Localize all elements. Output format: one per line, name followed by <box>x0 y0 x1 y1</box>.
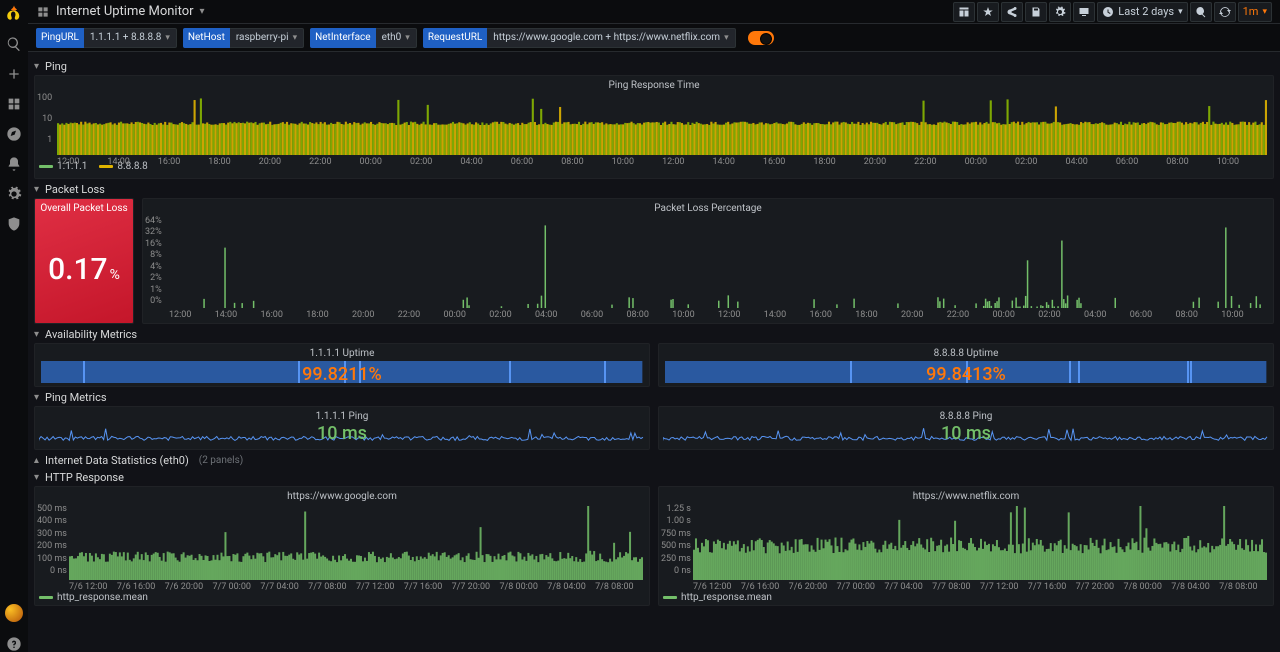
panel-uptime-2[interactable]: 8.8.8.8 Uptime 99.8413% <box>658 343 1274 387</box>
share-button[interactable] <box>1001 2 1023 22</box>
chart-loss-pct <box>169 218 1267 308</box>
settings-button[interactable] <box>1049 2 1071 22</box>
cycle-toggle[interactable] <box>748 31 774 45</box>
var-pingurl[interactable]: PingURL 1.1.1.1 + 8.8.8.8▾ <box>36 28 177 48</box>
row-packet-loss[interactable]: ▾Packet Loss <box>34 183 1274 196</box>
refresh-interval-button[interactable]: 1m▾ <box>1238 2 1272 22</box>
dashboard-icon <box>36 5 50 19</box>
save-button[interactable] <box>1025 2 1047 22</box>
panel-ping-2[interactable]: 8.8.8.8 Ping 10 ms <box>658 406 1274 450</box>
panel-http-netflix[interactable]: https://www.netflix.com 1.25 s1.00 s750 … <box>658 486 1274 606</box>
panel-overall-packet-loss[interactable]: Overall Packet Loss 0.17% <box>34 198 134 324</box>
star-button[interactable] <box>977 2 999 22</box>
legend-http-2: http_response.mean <box>659 590 1273 605</box>
add-panel-button[interactable] <box>953 2 975 22</box>
plus-icon[interactable] <box>6 66 22 82</box>
apps-icon[interactable] <box>6 96 22 112</box>
bell-icon[interactable] <box>6 156 22 172</box>
zoom-out-button[interactable] <box>1190 2 1212 22</box>
legend-http-1: http_response.mean <box>35 590 649 605</box>
row-net-stats[interactable]: ▸Internet Data Statistics (eth0)(2 panel… <box>34 454 1274 467</box>
row-ping[interactable]: ▾Ping <box>34 60 1274 73</box>
grafana-logo-icon[interactable] <box>5 4 23 22</box>
panel-ping-response-time[interactable]: Ping Response Time 100101 12:0014:0016:0… <box>34 75 1274 179</box>
shield-icon[interactable] <box>6 216 22 232</box>
row-ping-metrics[interactable]: ▾Ping Metrics <box>34 391 1274 404</box>
gear-icon[interactable] <box>6 186 22 202</box>
time-range-button[interactable]: Last 2 days ▾ <box>1097 2 1187 22</box>
tv-mode-button[interactable] <box>1073 2 1095 22</box>
chart-ping-rt <box>57 95 1267 155</box>
panel-http-google[interactable]: https://www.google.com 500 ms400 ms300 m… <box>34 486 650 606</box>
avatar[interactable] <box>5 604 23 622</box>
help-icon[interactable] <box>6 636 22 652</box>
panel-packet-loss-pct[interactable]: Packet Loss Percentage 64%32%16%8%4%2%1%… <box>142 198 1274 324</box>
var-nethost[interactable]: NetHost raspberry-pi▾ <box>183 28 304 48</box>
var-requesturl[interactable]: RequestURL https://www.google.com + http… <box>423 28 736 48</box>
row-http[interactable]: ▾HTTP Response <box>34 471 1274 484</box>
chart-http-1 <box>69 506 643 580</box>
chevron-down-icon[interactable]: ▾ <box>200 6 205 17</box>
refresh-button[interactable] <box>1214 2 1236 22</box>
chart-http-2 <box>693 506 1267 580</box>
time-range-label: Last 2 days <box>1118 5 1174 18</box>
dashboard-title[interactable]: Internet Uptime Monitor <box>56 4 194 19</box>
panel-uptime-1[interactable]: 1.1.1.1 Uptime 99.8211% <box>34 343 650 387</box>
search-icon[interactable] <box>6 36 22 52</box>
row-availability[interactable]: ▾Availability Metrics <box>34 328 1274 341</box>
panel-ping-1[interactable]: 1.1.1.1 Ping 10 ms <box>34 406 650 450</box>
compass-icon[interactable] <box>6 126 22 142</box>
var-netinterface[interactable]: NetInterface eth0▾ <box>310 28 417 48</box>
